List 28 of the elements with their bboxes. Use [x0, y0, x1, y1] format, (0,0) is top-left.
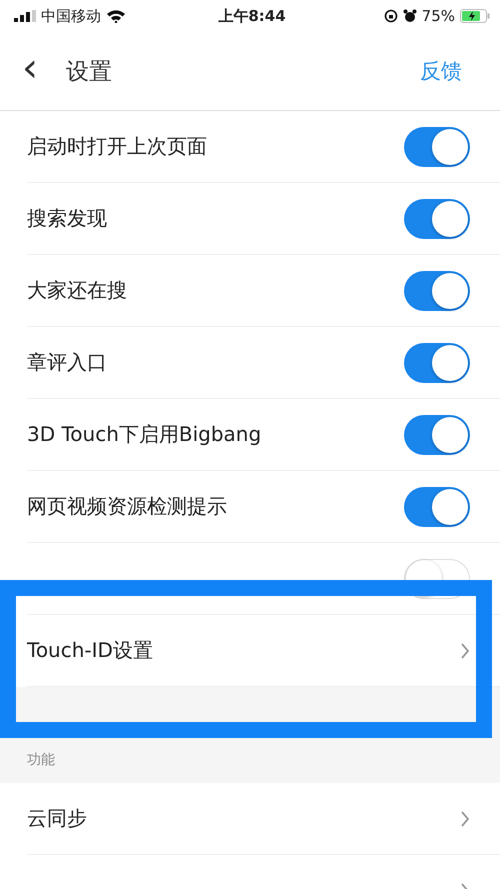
carrier-name: 中国移动 [41, 6, 101, 26]
toggle-switch[interactable] [404, 486, 470, 526]
section-header: 功能 [27, 751, 55, 769]
row-label: 搜索发现 [27, 205, 107, 232]
page-title: 设置 [66, 58, 113, 86]
wifi-icon [106, 9, 126, 23]
toggle-switch[interactable] [404, 414, 470, 454]
row-label: 章评入口 [27, 349, 107, 376]
toggle-switch[interactable] [404, 198, 470, 238]
battery-percent: 75% [422, 7, 455, 25]
rotation-lock-icon [384, 9, 398, 23]
settings-link[interactable]: 云同步 [27, 783, 500, 855]
toggle-switch[interactable] [404, 270, 470, 310]
row-label: 大家还在搜 [27, 277, 127, 304]
row-label: 启动时打开上次页面 [27, 133, 207, 160]
row-label: 网页视频资源检测提示 [27, 493, 227, 520]
toggle-switch[interactable] [404, 342, 470, 382]
battery-icon [460, 9, 490, 23]
chevron-icon [460, 810, 470, 828]
signal-icon [14, 10, 36, 22]
chevron-icon [460, 642, 470, 660]
row-label: 云同步 [27, 805, 87, 832]
back-button[interactable]: ‹ [14, 48, 46, 88]
alarm-icon [402, 9, 417, 23]
toggle-switch[interactable] [404, 126, 470, 166]
row-label: 3D Touch下启用Bigbang [27, 421, 262, 448]
row-label: Touch-ID设置 [27, 637, 153, 664]
clock-time: 上午8:44 [218, 6, 286, 26]
